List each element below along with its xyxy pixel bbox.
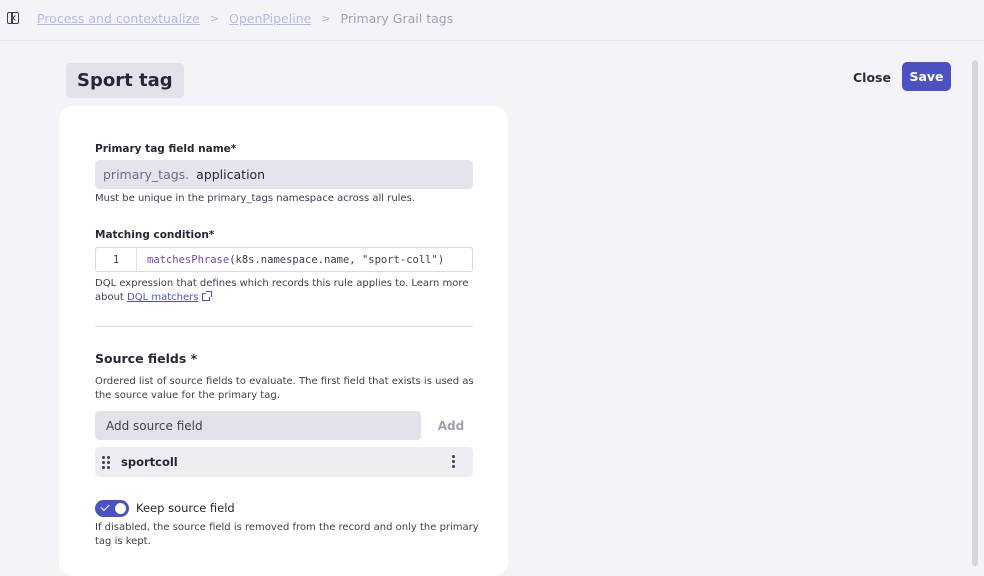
matching-help-prefix: about: [95, 292, 124, 303]
panel-toggle-icon[interactable]: [7, 12, 19, 24]
matching-condition-editor[interactable]: 1 matchesPhrase(k8s.namespace.name, "spo…: [95, 247, 473, 272]
primary-tag-value: application: [196, 167, 266, 182]
keep-source-label: Keep source field: [136, 501, 235, 515]
keep-help-line2: tag is kept.: [95, 536, 151, 547]
keep-source-toggle[interactable]: [95, 500, 129, 517]
breadcrumb: Process and contextualize > OpenPipeline…: [37, 11, 453, 26]
primary-tag-prefix: primary_tags.: [103, 167, 190, 182]
source-help-line2: the source value for the primary tag.: [95, 390, 280, 401]
code-line: matchesPhrase(k8s.namespace.name, "sport…: [147, 254, 444, 266]
code-close: ): [437, 253, 445, 266]
toggle-knob: [115, 503, 126, 514]
breadcrumb-current: Primary Grail tags: [340, 11, 454, 26]
primary-tag-input[interactable]: primary_tags. application: [95, 160, 473, 189]
keep-source-help: If disabled, the source field is removed…: [95, 521, 479, 549]
check-icon: [100, 501, 110, 512]
matching-condition-label: Matching condition*: [95, 229, 215, 241]
breadcrumb-link-process[interactable]: Process and contextualize: [37, 11, 200, 26]
source-field-label: sportcoll: [121, 455, 178, 469]
save-button[interactable]: Save: [902, 62, 951, 91]
line-number: 1: [96, 248, 137, 271]
source-field-item[interactable]: sportcoll: [95, 447, 473, 477]
add-source-field-placeholder: Add source field: [106, 418, 203, 433]
top-bar: Process and contextualize > OpenPipeline…: [0, 0, 984, 41]
dql-matchers-link[interactable]: DQL matchers: [127, 292, 198, 303]
external-link-icon[interactable]: [202, 291, 213, 301]
keep-help-line1: If disabled, the source field is removed…: [95, 522, 479, 533]
code-function: matchesPhrase: [147, 253, 230, 266]
chevron-right-icon: >: [321, 12, 331, 25]
more-options-icon[interactable]: [451, 455, 457, 469]
chevron-right-icon: >: [209, 12, 219, 25]
code-args: (k8s.namespace.name,: [229, 253, 362, 266]
source-help-line1: Ordered list of source fields to evaluat…: [95, 376, 474, 387]
close-button[interactable]: Close: [845, 63, 899, 91]
add-button[interactable]: Add: [432, 411, 470, 440]
code-string: "sport-coll": [361, 253, 438, 266]
page-title[interactable]: Sport tag: [66, 63, 184, 98]
divider: [95, 326, 473, 327]
source-fields-title: Source fields *: [95, 351, 198, 366]
matching-condition-help: DQL expression that defines which record…: [95, 277, 468, 305]
primary-tag-help: Must be unique in the primary_tags names…: [95, 193, 415, 204]
primary-tag-label: Primary tag field name*: [95, 143, 237, 155]
scrollbar[interactable]: [972, 60, 978, 566]
add-source-field-input[interactable]: Add source field: [95, 411, 421, 440]
matching-help-line2: about DQL matchers: [95, 291, 468, 305]
source-fields-help: Ordered list of source fields to evaluat…: [95, 375, 474, 403]
drag-handle-icon[interactable]: [102, 456, 110, 469]
matching-help-line1: DQL expression that defines which record…: [95, 278, 469, 289]
breadcrumb-link-openpipeline[interactable]: OpenPipeline: [229, 11, 311, 26]
